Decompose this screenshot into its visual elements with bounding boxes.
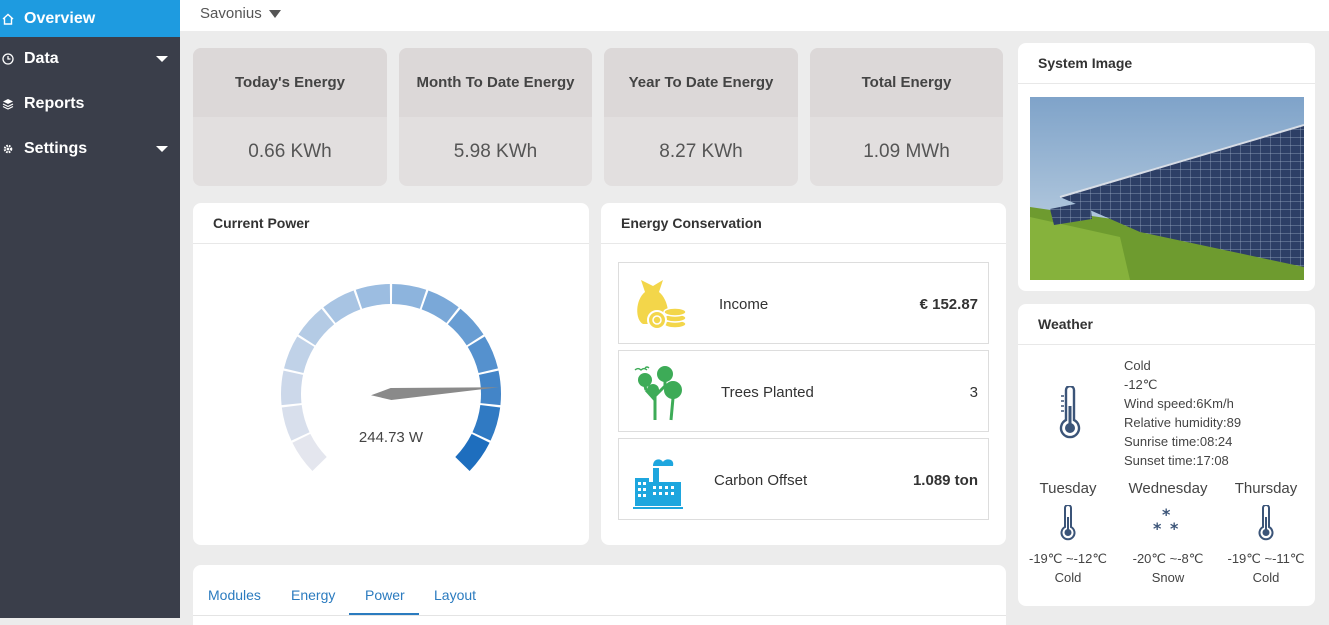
- chevron-down-icon: [156, 55, 168, 62]
- sidebar-item-label: Reports: [24, 94, 85, 112]
- income-row: Income € 152.87: [618, 262, 989, 344]
- panel-title: Energy Conservation: [601, 203, 1006, 244]
- thermometer-icon: [1258, 505, 1274, 541]
- kpi-value: 0.66 KWh: [248, 140, 332, 162]
- forecast-condition: Cold: [1252, 570, 1280, 585]
- kpi-value: 5.98 KWh: [453, 140, 538, 162]
- forecast-temp-range: -19℃ ~-11℃: [1227, 551, 1305, 566]
- forecast-temp-range: -20℃ ~-8℃: [1132, 551, 1204, 566]
- trees-planted-value: 3: [969, 383, 978, 401]
- carbon-offset-row: Carbon Offset 1.089 ton: [618, 438, 989, 520]
- weather-sunrise: Sunrise time:08:24: [1124, 434, 1233, 449]
- svg-text:*: *: [1170, 519, 1179, 538]
- factory-icon: [633, 459, 683, 509]
- power-gauge: [281, 284, 501, 471]
- tabs-divider: [193, 615, 1006, 616]
- detail-tabs-panel: Modules Energy Power Layout: [193, 565, 1006, 625]
- tab-power[interactable]: Power: [365, 587, 405, 603]
- sidebar-item-data[interactable]: Data: [0, 40, 180, 77]
- weather-sunset: Sunset time:17:08: [1124, 453, 1229, 468]
- forecast-day-name: Tuesday: [1039, 480, 1097, 497]
- kpi-value: 8.27 KWh: [659, 140, 743, 162]
- income-label: Income: [719, 295, 769, 313]
- weather-humidity: Relative humidity:89: [1124, 415, 1242, 430]
- panel-title: Current Power: [193, 203, 589, 244]
- layers-icon: [2, 98, 14, 110]
- solar-array-photo: [1030, 97, 1304, 280]
- forecast-day-name: Thursday: [1234, 480, 1298, 497]
- svg-text:*: *: [1153, 519, 1162, 538]
- weather-temperature: -12℃: [1124, 377, 1158, 392]
- kpi-title: Year To Date Energy: [604, 48, 798, 117]
- gauge-segment: [281, 370, 304, 406]
- home-icon: [2, 13, 14, 25]
- carbon-offset-label: Carbon Offset: [714, 471, 808, 489]
- forecast-condition: Cold: [1054, 570, 1082, 585]
- carbon-offset-value: 1.089 ton: [912, 471, 978, 489]
- tab-modules[interactable]: Modules: [208, 587, 261, 603]
- system-image-panel: System Image: [1018, 43, 1315, 291]
- panel-title: Weather: [1018, 304, 1315, 345]
- sidebar-item-label: Settings: [24, 139, 88, 157]
- gear-icon: [2, 143, 14, 155]
- forecast-day-name: Wednesday: [1128, 480, 1208, 497]
- income-value: € 152.87: [919, 295, 978, 313]
- forecast-condition: Snow: [1151, 570, 1185, 585]
- power-reading: 244.73 W: [358, 429, 424, 446]
- panel-title: System Image: [1018, 43, 1315, 84]
- tab-energy[interactable]: Energy: [291, 587, 335, 603]
- tab-layout[interactable]: Layout: [434, 587, 476, 603]
- forecast-temp-range: -19℃ ~-12℃: [1029, 551, 1107, 566]
- kpi-title: Month To Date Energy: [399, 48, 592, 117]
- kpi-card-today-energy: Today's Energy 0.66 KWh: [193, 48, 387, 186]
- trees-planted-label: Trees Planted: [721, 383, 814, 401]
- weather-wind: Wind speed:6Km/h: [1124, 396, 1234, 411]
- gauge-segment: [355, 284, 391, 309]
- kpi-value: 1.09 MWh: [863, 140, 950, 162]
- sidebar-item-settings[interactable]: Settings: [0, 130, 180, 167]
- clock-icon: [2, 52, 14, 65]
- site-selector-label: Savonius: [200, 5, 262, 22]
- gauge-segment: [391, 284, 427, 309]
- snow-icon: ** *: [1153, 506, 1179, 538]
- weather-current: Cold -12℃ Wind speed:6Km/h Relative humi…: [1124, 356, 1241, 470]
- weather-panel: Weather Cold -12℃ Wind speed:6Km/h Relat…: [1018, 304, 1315, 606]
- weather-condition: Cold: [1124, 358, 1151, 373]
- site-selector[interactable]: Savonius: [200, 5, 281, 22]
- forecast-day: Thursday -19℃ ~-11℃ Cold: [1218, 480, 1314, 585]
- sidebar-item-overview[interactable]: Overview: [0, 0, 180, 37]
- energy-conservation-panel: Energy Conservation Income € 152.87 Tree…: [601, 203, 1006, 545]
- thermometer-icon: [1060, 505, 1076, 541]
- kpi-title: Today's Energy: [193, 48, 387, 117]
- kpi-card-total-energy: Total Energy 1.09 MWh: [810, 48, 1003, 186]
- caret-down-icon: [268, 9, 281, 18]
- sidebar-item-reports[interactable]: Reports: [0, 85, 180, 122]
- current-power-panel: Current Power 244.73 W: [193, 203, 589, 545]
- gauge-segment: [284, 336, 315, 374]
- money-bag-icon: [637, 280, 687, 330]
- kpi-card-month-energy: Month To Date Energy 5.98 KWh: [399, 48, 592, 186]
- sidebar: Overview Data Reports Settings: [0, 0, 180, 618]
- trees-planted-row: Trees Planted 3: [618, 350, 989, 432]
- forecast-day: Wednesday * * * -20℃ ~-8℃ Snow: [1120, 480, 1216, 585]
- sidebar-item-label: Data: [24, 49, 59, 67]
- gauge-segment: [467, 336, 498, 374]
- sidebar-item-label: Overview: [24, 9, 96, 27]
- tree-icon: [634, 366, 682, 421]
- thermometer-icon: [1059, 386, 1081, 439]
- forecast-day: Tuesday -19℃ ~-12℃ Cold: [1020, 480, 1116, 585]
- kpi-title: Total Energy: [810, 48, 1003, 117]
- chevron-down-icon: [156, 145, 168, 152]
- gauge-needle: [371, 387, 499, 400]
- kpi-card-year-energy: Year To Date Energy 8.27 KWh: [604, 48, 798, 186]
- top-bar: Savonius: [180, 0, 1329, 31]
